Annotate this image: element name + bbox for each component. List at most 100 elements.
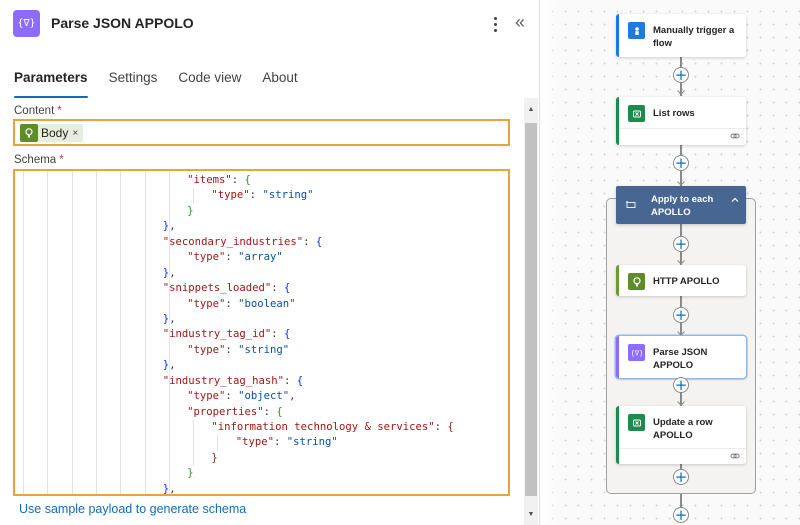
arrow-down-icon: [677, 331, 685, 336]
arrow-down-icon: [677, 90, 685, 95]
json-punctuation: :: [273, 436, 287, 449]
loop-apply-to-each[interactable]: Apply to each APOLLO: [616, 186, 746, 224]
add-step-button[interactable]: +: [673, 155, 689, 171]
node-title: Parse JSON APPOLO: [653, 347, 708, 371]
scrollbar-thumb[interactable]: [525, 123, 537, 496]
tab-code-view[interactable]: Code view: [178, 70, 241, 98]
arrow-down-icon: [677, 401, 685, 406]
connection-link-icon[interactable]: [730, 132, 740, 140]
node-header: HTTP APOLLO: [619, 265, 746, 296]
panel-title: Parse JSON APPOLO: [51, 15, 194, 31]
schema-editor[interactable]: "items": {"type": "string"}}, "secondary_…: [13, 169, 510, 496]
json-value: "string": [238, 343, 290, 356]
tab-parameters[interactable]: Parameters: [14, 70, 88, 98]
code-line: "type": "string": [15, 435, 454, 451]
content-input[interactable]: Body ×: [13, 119, 510, 146]
code-line: "properties": {: [15, 405, 454, 420]
code-line: "items": {: [15, 173, 454, 188]
svg-text:{∇}: {∇}: [632, 349, 642, 357]
flow-node-update-row[interactable]: Update a row APOLLO: [616, 406, 746, 464]
scroll-up-arrow-icon[interactable]: ▲: [524, 102, 538, 116]
json-punctuation: {: [244, 174, 251, 186]
json-punctuation: :: [271, 328, 284, 341]
json-punctuation: :: [249, 189, 263, 202]
indent-guide: [193, 188, 195, 204]
json-key: "type": [187, 343, 226, 356]
json-punctuation: :: [225, 343, 239, 356]
add-step-button[interactable]: +: [673, 507, 689, 523]
json-key: "industry_tag_hash": [162, 374, 284, 387]
add-step-button[interactable]: +: [673, 67, 689, 83]
collapse-panel-button[interactable]: «: [515, 12, 525, 32]
json-punctuation: ,: [169, 266, 176, 279]
json-key: "type": [235, 436, 274, 449]
body-token[interactable]: Body ×: [20, 124, 84, 142]
json-value: "string": [286, 436, 338, 449]
flow-node-parse-json-appolo[interactable]: {∇} Parse JSON APPOLO: [616, 336, 746, 378]
more-options-button[interactable]: [489, 14, 501, 34]
token-label: Body: [41, 126, 69, 140]
json-value: "array": [238, 251, 283, 264]
json-value: "string": [262, 189, 314, 202]
code-line: }: [15, 466, 454, 481]
loop-icon: [625, 200, 636, 208]
json-punctuation: }: [187, 204, 194, 217]
json-punctuation: :: [225, 390, 239, 403]
code-line: "industry_tag_hash": {: [15, 374, 454, 389]
add-step-button[interactable]: +: [673, 469, 689, 485]
flow-node-list-rows[interactable]: List rows: [616, 97, 746, 145]
node-title: HTTP APOLLO: [653, 276, 720, 287]
flow-node-trigger[interactable]: Manually trigger a flow: [616, 14, 746, 57]
chevron-up-icon[interactable]: [730, 195, 740, 205]
node-title: Update a row APOLLO: [653, 417, 713, 441]
node-header: {∇} Parse JSON APPOLO: [619, 336, 746, 378]
json-key: "industry_tag_id": [162, 328, 272, 341]
connection-link-icon[interactable]: [730, 452, 740, 460]
code-line: },: [15, 482, 454, 495]
json-value: "object": [238, 390, 290, 403]
http-globe-icon: [628, 273, 645, 290]
json-key: "type": [211, 189, 250, 202]
json-punctuation: {: [447, 421, 454, 433]
action-details-panel: {∇} Parse JSON APPOLO « Parameters Setti…: [0, 0, 540, 525]
node-title: List rows: [653, 108, 695, 119]
scroll-down-arrow-icon[interactable]: ▼: [524, 507, 538, 521]
remove-token-icon[interactable]: ×: [72, 128, 78, 139]
code-line: },: [15, 266, 454, 281]
json-punctuation: {: [284, 282, 291, 295]
braces-variable-icon: {∇}: [13, 10, 40, 37]
flow-node-http-apollo[interactable]: HTTP APOLLO: [616, 265, 746, 296]
panel-scrollbar[interactable]: ▲ ▼: [524, 98, 538, 525]
json-punctuation: ,: [169, 359, 176, 372]
manual-trigger-icon: [628, 22, 645, 39]
node-header: Manually trigger a flow: [619, 14, 746, 56]
arrow-down-icon: [677, 181, 685, 186]
code-line: "snippets_loaded": {: [15, 281, 454, 296]
more-vertical-icon: [493, 16, 497, 20]
generate-schema-link[interactable]: Use sample payload to generate schema: [19, 502, 246, 516]
json-punctuation: :: [303, 235, 316, 248]
add-step-button[interactable]: +: [673, 236, 689, 252]
json-key: "type": [187, 390, 226, 403]
code-line: "information technology & services": {: [15, 420, 454, 436]
node-header: Update a row APOLLO: [619, 406, 746, 448]
json-punctuation: ,: [169, 482, 176, 495]
tab-settings[interactable]: Settings: [109, 70, 158, 98]
json-punctuation: ,: [169, 312, 176, 325]
json-key: "snippets_loaded": [162, 282, 272, 295]
excel-icon: [628, 414, 645, 431]
content-label-text: Content: [14, 105, 55, 117]
json-punctuation: {: [315, 235, 323, 248]
code-line: },: [15, 358, 454, 373]
http-globe-icon: [20, 124, 38, 142]
add-step-button[interactable]: +: [673, 307, 689, 323]
tab-about[interactable]: About: [262, 70, 297, 98]
more-vertical-icon-dot: [493, 22, 497, 26]
required-mark: *: [59, 154, 64, 166]
code-line: "type": "string": [15, 188, 454, 204]
add-step-button[interactable]: +: [673, 377, 689, 393]
json-punctuation: ,: [169, 220, 176, 233]
node-footer: [619, 128, 746, 144]
schema-code: "items": {"type": "string"}}, "secondary_…: [15, 173, 454, 495]
code-line: "type": "string": [15, 343, 454, 358]
